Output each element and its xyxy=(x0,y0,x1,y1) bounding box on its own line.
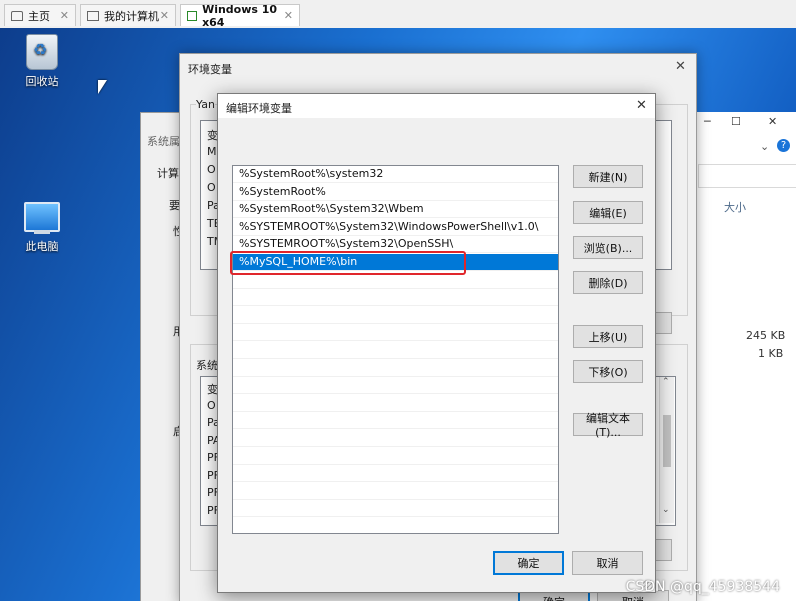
minimize-button[interactable]: ─ xyxy=(704,115,711,128)
dialog-title: 编辑环境变量 xyxy=(226,102,292,115)
delete-button[interactable]: 删除(D) xyxy=(573,271,643,294)
edit-environment-variable-dialog: 编辑环境变量 ✕ %SystemRoot%\system32 %SystemRoo… xyxy=(217,93,656,593)
close-icon[interactable]: ✕ xyxy=(284,9,293,22)
highlight-annotation xyxy=(230,251,466,275)
scrollbar-thumb[interactable] xyxy=(663,415,671,467)
window-title: 系统属 xyxy=(147,135,180,148)
empty-row xyxy=(233,377,558,395)
empty-row xyxy=(233,500,558,518)
help-icon[interactable]: ? xyxy=(777,139,790,152)
path-entry[interactable]: %SYSTEMROOT%\System32\WindowsPowerShell\… xyxy=(233,219,558,236)
tab-home-label: 主页 xyxy=(28,9,50,23)
ok-button[interactable]: 确定 xyxy=(493,551,564,575)
empty-row xyxy=(233,342,558,359)
browse-button[interactable]: 浏览(B)... xyxy=(573,236,643,259)
monitor-icon xyxy=(87,10,99,21)
move-down-button[interactable]: 下移(O) xyxy=(573,360,643,383)
empty-row xyxy=(233,307,558,324)
empty-row xyxy=(233,465,558,483)
tab-my-computer-label: 我的计算机 xyxy=(104,9,159,23)
empty-row xyxy=(233,412,558,430)
tab-windows-10-label: Windows 10 x64 xyxy=(202,2,278,29)
user-variables-label: Yan xyxy=(196,98,215,111)
vm-tab-bar: 主页 ✕ 我的计算机 ✕ Windows 10 x64 ✕ xyxy=(0,0,796,29)
close-button[interactable]: ✕ xyxy=(636,98,647,113)
cancel-button[interactable]: 取消 xyxy=(572,551,643,575)
recycle-bin-shortcut[interactable]: 回收站 xyxy=(12,34,72,89)
this-pc-shortcut[interactable]: 此电脑 xyxy=(12,202,72,254)
tab-home[interactable]: 主页 ✕ xyxy=(4,4,76,26)
file-size: 1 KB xyxy=(758,347,784,360)
recycle-bin-label: 回收站 xyxy=(25,75,59,88)
tab-computer-name[interactable]: 计算 xyxy=(157,165,179,181)
user-variable-row[interactable]: O xyxy=(207,163,216,176)
computer-icon xyxy=(24,202,60,234)
title-bar: 编辑环境变量 ✕ xyxy=(218,94,655,118)
empty-row xyxy=(233,448,558,465)
empty-row xyxy=(233,395,558,412)
edit-button[interactable]: 编辑(E) xyxy=(573,201,643,224)
new-button[interactable]: 新建(N) xyxy=(573,165,643,188)
user-variable-row[interactable]: O xyxy=(207,181,216,194)
empty-row xyxy=(233,289,558,307)
path-entry[interactable]: %SystemRoot%\system32 xyxy=(233,166,558,183)
close-icon[interactable]: ✕ xyxy=(160,9,169,22)
chevron-down-icon[interactable]: ⌄ xyxy=(662,505,670,515)
recycle-bin-icon xyxy=(26,34,58,70)
empty-row xyxy=(233,360,558,377)
mouse-cursor-icon xyxy=(98,80,107,94)
empty-row xyxy=(233,518,558,533)
tab-my-computer[interactable]: 我的计算机 ✕ xyxy=(80,4,176,26)
empty-row xyxy=(233,430,558,447)
empty-row xyxy=(233,324,558,342)
path-entry[interactable]: %SystemRoot% xyxy=(233,184,558,201)
vm-icon xyxy=(187,10,198,21)
file-size: 245 KB xyxy=(746,329,786,342)
path-list[interactable]: %SystemRoot%\system32 %SystemRoot% %System… xyxy=(232,165,559,534)
this-pc-label: 此电脑 xyxy=(25,240,59,253)
move-up-button[interactable]: 上移(U) xyxy=(573,325,643,348)
window-title: 环境变量 xyxy=(188,63,232,76)
edit-text-button[interactable]: 编辑文本(T)... xyxy=(573,412,643,439)
close-button[interactable]: ✕ xyxy=(675,59,686,74)
search-box[interactable] xyxy=(698,164,796,188)
user-variable-row[interactable]: M xyxy=(207,145,217,158)
scrollbar[interactable]: ⌃ ⌄ xyxy=(659,377,674,523)
file-explorer-window: ─ ☐ ✕ ⌄ ? 大小 245 KB 1 KB xyxy=(693,112,796,601)
system-variable-row[interactable]: O xyxy=(207,399,216,412)
home-icon xyxy=(11,10,23,21)
path-entry[interactable]: %SystemRoot%\System32\Wbem xyxy=(233,201,558,219)
empty-row xyxy=(233,483,558,500)
maximize-button[interactable]: ☐ xyxy=(731,115,741,128)
close-icon[interactable]: ✕ xyxy=(60,9,69,22)
size-column-header[interactable]: 大小 xyxy=(724,199,746,215)
system-variables-label: 系统 xyxy=(196,357,218,373)
watermark: CSDN @qq_45938544 xyxy=(625,579,780,595)
chevron-down-icon[interactable]: ⌄ xyxy=(760,140,769,153)
desktop: 回收站 此电脑 ─ ☐ ✕ ⌄ ? 大小 245 KB 1 KB 系统属 计算 … xyxy=(0,28,796,601)
close-button[interactable]: ✕ xyxy=(768,115,777,128)
chevron-up-icon[interactable]: ⌃ xyxy=(662,377,670,387)
tab-windows-10[interactable]: Windows 10 x64 ✕ xyxy=(180,2,300,29)
